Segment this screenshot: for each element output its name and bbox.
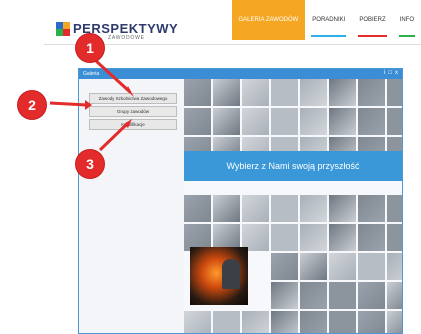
photo-tile[interactable] [300, 224, 327, 251]
photo-tile[interactable] [300, 282, 327, 309]
photo-tile[interactable] [387, 79, 402, 106]
nav-info[interactable]: INFO [393, 0, 421, 40]
photo-tile[interactable] [213, 311, 240, 333]
category-menu: Zawody Szkolnictwa Zawodowego Grupy zawo… [89, 93, 177, 132]
photo-tile[interactable] [358, 282, 385, 309]
photo-tile[interactable] [271, 282, 298, 309]
photo-tile[interactable] [358, 108, 385, 135]
top-bar: PERSPEKTYWY ZAWODOWE GALERIA ZAWODÓW POR… [0, 0, 421, 44]
main-nav: GALERIA ZAWODÓW PORADNIKI POBIERZ INFO [232, 0, 421, 40]
photo-tile[interactable] [271, 224, 298, 251]
photo-tile[interactable] [387, 282, 402, 309]
photo-tile[interactable] [271, 311, 298, 333]
photo-tile[interactable] [184, 79, 211, 106]
photo-tile[interactable] [242, 79, 269, 106]
photo-tile[interactable] [387, 311, 402, 333]
hero-photo[interactable] [190, 247, 248, 305]
photo-tile[interactable] [300, 195, 327, 222]
photo-tile[interactable] [329, 79, 356, 106]
window-controls: i □ x [384, 70, 398, 76]
maximize-icon[interactable]: □ [388, 70, 392, 76]
photo-tile[interactable] [300, 311, 327, 333]
photo-tile[interactable] [329, 108, 356, 135]
nav-galeria-zawodow[interactable]: GALERIA ZAWODÓW [232, 0, 306, 40]
photo-tile[interactable] [242, 195, 269, 222]
photo-tile[interactable] [271, 108, 298, 135]
nav-pobierz[interactable]: POBIERZ [352, 0, 392, 40]
window-titlebar: Galeria i □ x [79, 69, 402, 79]
photo-tile[interactable] [329, 195, 356, 222]
photo-tile[interactable] [213, 195, 240, 222]
photo-tile[interactable] [387, 224, 402, 251]
photo-tile[interactable] [387, 253, 402, 280]
logo-mark-icon [56, 22, 70, 36]
nav-label: GALERIA ZAWODÓW [239, 17, 299, 23]
photo-tile[interactable] [358, 224, 385, 251]
photo-tile[interactable] [184, 311, 211, 333]
banner: Wybierz z Nami swoją przyszłość [184, 151, 402, 181]
nav-poradniki[interactable]: PORADNIKI [305, 0, 352, 40]
photo-tile[interactable] [387, 108, 402, 135]
logo[interactable]: PERSPEKTYWY ZAWODOWE [56, 20, 176, 40]
photo-tile[interactable] [329, 224, 356, 251]
nav-underline [399, 35, 415, 37]
menu-item-grupy[interactable]: Grupy zawodów [89, 106, 177, 117]
photo-tile[interactable] [213, 108, 240, 135]
photo-tile[interactable] [358, 79, 385, 106]
nav-underline [358, 35, 386, 37]
callout-badge-3: 3 [76, 150, 104, 178]
close-icon[interactable]: x [395, 70, 398, 76]
photo-tile[interactable] [184, 195, 211, 222]
photo-tile[interactable] [358, 195, 385, 222]
logo-subtitle: ZAWODOWE [108, 35, 145, 41]
photo-tile[interactable] [300, 108, 327, 135]
menu-item-kwalifikacje[interactable]: Kwalifikacje [89, 119, 177, 130]
photo-tile[interactable] [387, 195, 402, 222]
photo-tile[interactable] [329, 311, 356, 333]
window-title: Galeria [83, 71, 99, 77]
photo-mosaic: Wybierz z Nami swoją przyszłość [184, 79, 402, 333]
info-icon[interactable]: i [384, 70, 385, 76]
nav-underline [311, 35, 346, 37]
menu-item-zawody[interactable]: Zawody Szkolnictwa Zawodowego [89, 93, 177, 104]
photo-tile[interactable] [358, 311, 385, 333]
callout-badge-2: 2 [18, 91, 46, 119]
welder-figure [222, 259, 240, 289]
callout-badge-1: 1 [76, 34, 104, 62]
nav-label: INFO [400, 17, 414, 23]
photo-tile[interactable] [242, 311, 269, 333]
photo-tile[interactable] [184, 108, 211, 135]
photo-tile[interactable] [300, 79, 327, 106]
photo-tile[interactable] [271, 253, 298, 280]
nav-label: PORADNIKI [312, 17, 345, 23]
photo-tile[interactable] [329, 253, 356, 280]
photo-tile[interactable] [213, 79, 240, 106]
photo-tile[interactable] [271, 79, 298, 106]
photo-tile[interactable] [300, 253, 327, 280]
photo-tile[interactable] [242, 108, 269, 135]
photo-tile[interactable] [271, 195, 298, 222]
gallery-window: Galeria i □ x Zawody Szkolnictwa Zawodow… [78, 68, 403, 334]
photo-tile[interactable] [329, 282, 356, 309]
nav-label: POBIERZ [359, 17, 385, 23]
photo-tile[interactable] [358, 253, 385, 280]
